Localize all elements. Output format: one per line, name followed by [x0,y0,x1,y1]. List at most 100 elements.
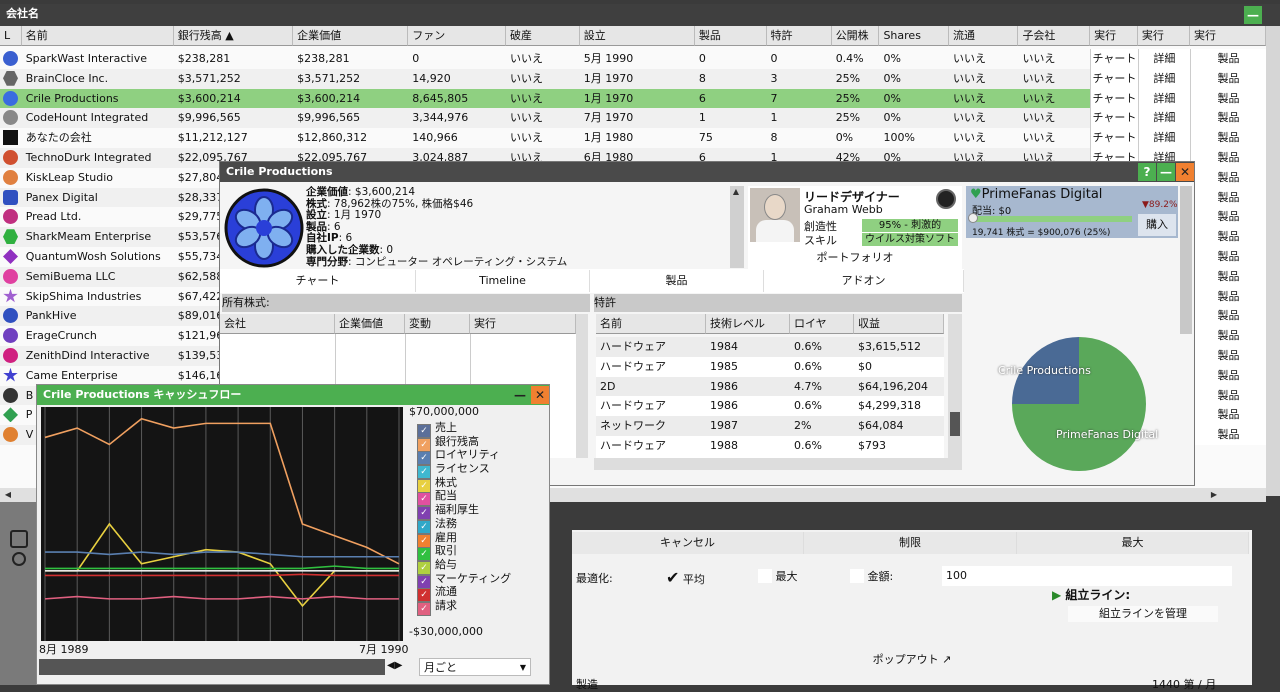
patent-column-header[interactable]: 収益 [854,314,944,334]
optimize-amount-option[interactable]: 金額: [850,568,893,584]
products-button[interactable]: 製品 [1189,425,1266,445]
products-button[interactable]: 製品 [1189,49,1266,69]
owned-column-header[interactable]: 変動 [405,314,470,334]
column-header[interactable]: 銀行残高 ▲ [173,26,294,46]
assembly-line-header[interactable]: ▶ 組立ライン: [1052,586,1232,604]
minimize-button[interactable]: — [1157,163,1175,181]
column-header[interactable]: 実行 [1090,26,1138,46]
products-button[interactable]: 製品 [1189,365,1266,386]
owned-column-header[interactable]: 会社 [220,314,335,334]
buy-button[interactable]: 購入 [1138,214,1176,236]
details-button[interactable]: 詳細 [1137,128,1190,148]
products-button[interactable]: 製品 [1189,306,1266,327]
products-button[interactable]: 製品 [1189,227,1266,247]
products-button[interactable]: 製品 [1189,68,1266,89]
patent-column-header[interactable]: ロイヤ [790,314,854,334]
products-button[interactable]: 製品 [1189,167,1266,188]
patent-column-header[interactable]: 名前 [596,314,706,334]
shareholder-scrollbar[interactable] [1180,186,1192,334]
products-button[interactable]: 製品 [1189,385,1266,406]
shareholder-slider[interactable] [970,216,1132,222]
patent-row[interactable]: ハードウェア 1985 0.6% $0 [596,356,944,377]
legend-item[interactable]: ✓ マーケティング [417,572,547,589]
scroll-right-icon[interactable]: ▶ [1208,489,1220,501]
legend-item[interactable]: ✓ ライセンス [417,462,547,480]
chart-button[interactable]: チャート [1090,128,1138,148]
scroll-up-icon[interactable]: ▲ [730,186,742,198]
products-button[interactable]: 製品 [1189,346,1266,366]
detail-titlebar[interactable]: Crile Productions [220,162,1194,182]
legend-item[interactable]: ✓ 株式 [417,476,547,493]
column-header[interactable]: Shares [879,26,949,46]
award-icon[interactable] [12,552,26,566]
chart-button[interactable]: チャート [1090,68,1138,89]
info-scrollbar[interactable]: ▲ [730,186,744,268]
patent-row[interactable]: 2D 1986 4.7% $64,196,204 [596,376,944,397]
column-header[interactable]: 実行 [1137,26,1190,46]
products-button[interactable]: 製品 [1189,326,1266,346]
column-header[interactable]: L [0,26,22,46]
products-button[interactable]: 製品 [1189,148,1266,168]
products-button[interactable]: 製品 [1189,187,1266,208]
close-button[interactable]: ✕ [1176,163,1194,181]
legend-item[interactable]: ✓ 雇用 [417,531,547,548]
legend-item[interactable]: ✓ 配当 [417,489,547,507]
details-button[interactable]: 詳細 [1137,68,1190,89]
company-table-scrollbar[interactable] [1266,26,1280,496]
help-button[interactable]: ? [1138,163,1156,181]
optimize-average-option[interactable]: ✔ 平均 [666,568,705,587]
table-row[interactable]: SparkWast Interactive $238,281 $238,281 0 いい… [0,49,1266,69]
products-button[interactable]: 製品 [1189,88,1266,109]
period-select[interactable]: 月ごと ▼ [419,658,531,676]
patents-hscroll[interactable] [594,458,962,470]
products-button[interactable]: 製品 [1189,266,1266,287]
column-header[interactable]: 子会社 [1018,26,1091,46]
products-button[interactable]: 製品 [1189,128,1266,148]
owned-column-header[interactable]: 実行 [470,314,576,334]
tab-2[interactable]: 製品 [590,270,764,292]
patent-row[interactable]: ハードウェア 1984 0.6% $3,615,512 [596,337,944,357]
owned-stocks-scrollbar[interactable] [576,314,588,458]
products-button[interactable]: 製品 [1189,247,1266,267]
optimize-max-option[interactable]: 最大 [758,568,798,584]
cashflow-titlebar[interactable]: Crile Productions キャッシュフロー [37,385,549,405]
legend-item[interactable]: ✓ 取引 [417,544,547,562]
legend-item[interactable]: ✓ ロイヤリティ [417,448,547,466]
limit-button[interactable]: 制限 [804,532,1017,554]
details-button[interactable]: 詳細 [1137,49,1190,69]
checkbox-icon[interactable]: ✓ [417,601,431,616]
close-button[interactable]: ✕ [531,386,549,404]
portfolio-button[interactable]: ポートフォリオ [748,248,962,268]
table-row[interactable]: Crile Productions $3,600,214 $3,600,214 8,6… [0,88,1266,109]
tab-0[interactable]: チャート [220,270,416,292]
details-button[interactable]: 詳細 [1137,88,1190,109]
spy-icon[interactable] [936,189,956,209]
timeline-scrollbar[interactable] [39,659,385,675]
legend-item[interactable]: ✓ 請求 [417,599,547,616]
patent-row[interactable]: ハードウェア 1988 0.6% $793 [596,436,944,456]
legend-item[interactable]: ✓ 給与 [417,558,547,575]
legend-item[interactable]: ✓ 福利厚生 [417,503,547,521]
toolbar-tool-icon[interactable] [10,530,28,548]
column-header[interactable]: 設立 [579,26,695,46]
slider-handle-icon[interactable] [968,213,978,223]
column-header[interactable]: 特許 [766,26,832,46]
company-window-titlebar[interactable]: 会社名 — [0,4,1280,26]
products-button[interactable]: 製品 [1189,207,1266,228]
chart-button[interactable]: チャート [1090,108,1138,129]
timeline-left-icon[interactable]: ◀▶ [387,660,402,671]
amount-input[interactable]: 100 [942,566,1232,586]
table-row[interactable]: CodeHount Integrated $9,996,565 $9,996,565… [0,108,1266,129]
cancel-button[interactable]: キャンセル [572,532,804,554]
minimize-button[interactable]: — [511,386,529,404]
column-header[interactable]: 流通 [948,26,1019,46]
legend-item[interactable]: ✓ 売上 [417,421,547,438]
details-button[interactable]: 詳細 [1137,108,1190,129]
legend-item[interactable]: ✓ 法務 [417,517,547,534]
table-row[interactable]: BrainCloce Inc. $3,571,252 $3,571,252 14,92… [0,68,1266,89]
column-header[interactable]: 名前 [21,26,174,46]
popout-button[interactable]: ポップアウト ↗ [572,650,1252,670]
chart-button[interactable]: チャート [1090,88,1138,109]
column-header[interactable]: 破産 [505,26,580,46]
column-header[interactable]: 製品 [694,26,767,46]
